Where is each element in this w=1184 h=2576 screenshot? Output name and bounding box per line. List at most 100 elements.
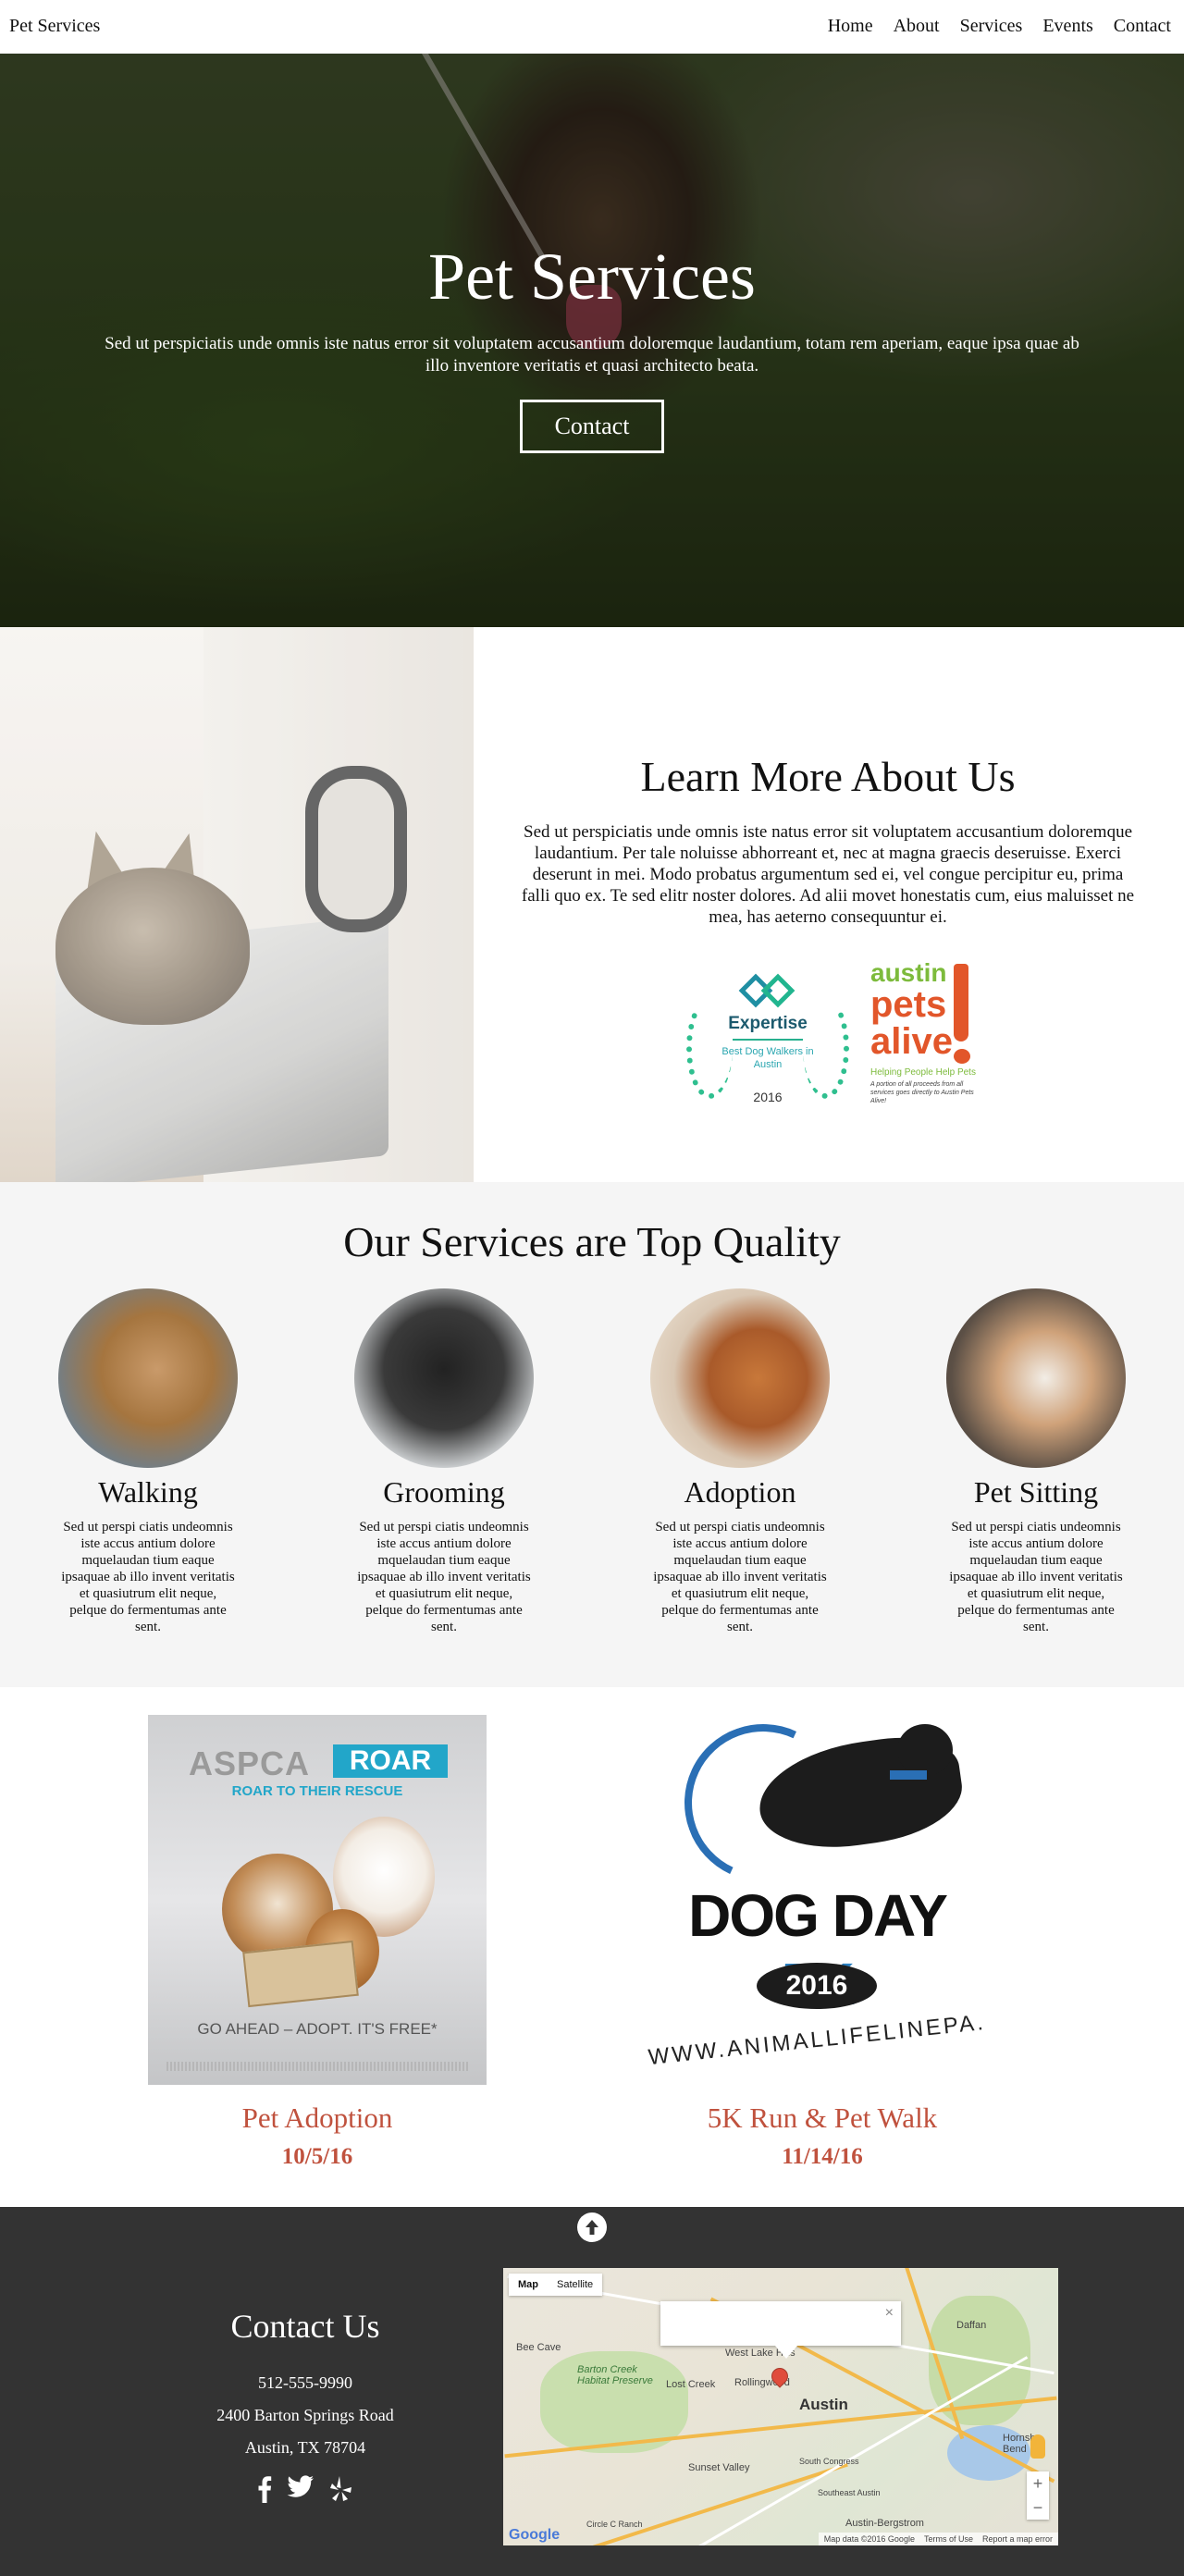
facebook-icon[interactable] [257, 2475, 272, 2508]
poster-fine-print [166, 2062, 468, 2071]
diamond-shape [760, 973, 796, 1008]
dog-day-5k-poster[interactable]: DOG DAY 5K 2016 WWW.ANIMALLIFELINEPA.ORG [648, 1715, 986, 2085]
service-text: Sed ut perspi ciatis undeomnis iste accu… [949, 1520, 1123, 1634]
services-section: Our Services are Top Quality Walking Sed… [0, 1182, 1184, 1687]
service-title: Adoption [684, 1475, 796, 1509]
map-label: Austin [799, 2396, 848, 2413]
poster-sign [242, 1940, 359, 2008]
service-title: Pet Sitting [973, 1475, 1099, 1509]
expertise-logo-icon [731, 973, 805, 1012]
contact-title: Contact Us [230, 2308, 380, 2345]
apa-tagline: Helping People Help Pets [870, 1067, 976, 1078]
event-date: 11/14/16 [782, 2144, 863, 2169]
map-label: Circle C Ranch [586, 2520, 643, 2529]
hero-title: Pet Services [428, 240, 756, 314]
zoom-out-button[interactable]: − [1027, 2496, 1049, 2520]
hero-section: Pet Services Sed ut perspiciatis unde om… [0, 54, 1184, 627]
pegman-icon[interactable] [1030, 2434, 1045, 2459]
nav-link-contact[interactable]: Contact [1114, 16, 1171, 37]
service-image-adoption [650, 1288, 830, 1468]
report-map-error-link[interactable]: Report a map error [982, 2534, 1053, 2544]
nav-link-services[interactable]: Services [960, 16, 1023, 37]
poster-5k-title-main: DOG DAY [688, 1882, 947, 1949]
apa-word-alive: alive [870, 1021, 953, 1062]
poster-5k-year: 2016 [757, 1963, 877, 2009]
service-title: Grooming [383, 1475, 505, 1509]
google-logo: Google [509, 2527, 561, 2543]
map-label: Southeast Austin [818, 2488, 881, 2497]
dog-head-icon [897, 1724, 953, 1776]
apa-note: A portion of all proceeds from all servi… [870, 1081, 974, 1104]
service-image-pet-sitting [946, 1288, 1126, 1468]
service-text: Sed ut perspi ciatis undeomnis iste accu… [357, 1520, 531, 1634]
close-icon[interactable]: × [885, 2305, 894, 2322]
map-data-text: Map data ©2016 Google [823, 2534, 915, 2544]
map-label: Sunset Valley [688, 2462, 750, 2473]
service-image-walking [58, 1288, 238, 1468]
yelp-icon[interactable] [329, 2475, 353, 2508]
map-tab-map[interactable]: Map [509, 2274, 548, 2296]
event-date: 10/5/16 [281, 2144, 353, 2169]
map-label: Daffan [956, 2320, 987, 2331]
about-image-fade [0, 627, 474, 1182]
map-label: Barton Creek Habitat Preserve [577, 2364, 653, 2386]
top-navbar: Pet Services Home About Services Events … [0, 0, 1184, 54]
roar-logo: ROAR [333, 1744, 448, 1778]
about-text: Sed ut perspiciatis unde omnis iste natu… [521, 822, 1135, 927]
terms-of-use-link[interactable]: Terms of Use [924, 2534, 973, 2544]
map-label: Bee Cave [516, 2342, 561, 2353]
map-label: Austin-Bergstrom [845, 2518, 924, 2529]
map-road [565, 2462, 848, 2545]
expertise-subtitle: Best Dog Walkers in Austin [722, 1046, 814, 1070]
poster-footer-text: GO AHEAD – ADOPT. IT'S FREE* [197, 2020, 438, 2038]
exclamation-icon [954, 964, 968, 1041]
contact-address-line2: Austin, TX 78704 [244, 2438, 366, 2457]
poster-tagline: ROAR TO THEIR RESCUE [231, 1783, 403, 1799]
hero-subtitle: Sed ut perspiciatis unde omnis iste natu… [105, 334, 1079, 376]
service-card-pet-sitting: Pet Sitting Sed ut perspi ciatis undeomn… [934, 1288, 1138, 1635]
contact-address-line1: 2400 Barton Springs Road [216, 2406, 394, 2424]
hero-contact-button[interactable]: Contact [520, 400, 664, 453]
about-title: Learn More About Us [640, 753, 1016, 800]
dog-collar-icon [890, 1770, 927, 1780]
nav-link-about[interactable]: About [894, 16, 940, 37]
contact-phone[interactable]: 512-555-9990 [157, 2373, 453, 2393]
map-tab-satellite[interactable]: Satellite [548, 2274, 602, 2296]
nav-link-events[interactable]: Events [1042, 16, 1092, 37]
service-text: Sed ut perspi ciatis undeomnis iste accu… [653, 1520, 827, 1634]
arrow-up-icon [586, 2220, 598, 2235]
twitter-icon[interactable] [287, 2475, 314, 2508]
scroll-to-top-button[interactable] [577, 2212, 607, 2242]
services-title: Our Services are Top Quality [343, 1218, 841, 1265]
event-title[interactable]: Pet Adoption [148, 2101, 487, 2135]
nav-links: Home About Services Events Contact [828, 16, 1175, 37]
event-title[interactable]: 5K Run & Pet Walk [653, 2101, 992, 2135]
apa-word-pets: pets [870, 984, 947, 1025]
social-links [250, 2475, 361, 2508]
footer-section: Contact Us 512-555-9990 2400 Barton Spri… [0, 2207, 1184, 2576]
map-info-window: × [660, 2301, 901, 2359]
info-window-tail [775, 2346, 797, 2359]
about-cat-image [0, 627, 474, 1182]
expertise-divider [733, 1039, 803, 1041]
poster-5k-url: WWW.ANIMALLIFELINEPA.ORG [648, 2003, 986, 2071]
nav-link-home[interactable]: Home [828, 16, 873, 37]
expertise-year: 2016 [753, 1090, 783, 1104]
expertise-award-badge: Expertise Best Dog Walkers in Austin 201… [684, 969, 851, 1117]
service-card-walking: Walking Sed ut perspi ciatis undeomnis i… [46, 1288, 250, 1635]
map-zoom-control: + − [1027, 2471, 1049, 2520]
pet-adoption-poster[interactable]: ASPCA ROAR ROAR TO THEIR RESCUE GO AHEAD… [148, 1715, 487, 2085]
service-text: Sed ut perspi ciatis undeomnis iste accu… [61, 1520, 235, 1634]
service-card-grooming: Grooming Sed ut perspi ciatis undeomnis … [342, 1288, 546, 1635]
map-label: Lost Creek [666, 2379, 716, 2390]
zoom-in-button[interactable]: + [1027, 2471, 1049, 2496]
brand-link[interactable]: Pet Services [9, 16, 100, 37]
austin-pets-alive-logo: austin pets alive Helping People Help Pe… [865, 960, 985, 1117]
map-type-tabs: Map Satellite [509, 2274, 603, 2296]
location-map[interactable]: Bee Cave West Lake Hills Rollingwood Aus… [503, 2268, 1058, 2545]
service-card-adoption: Adoption Sed ut perspi ciatis undeomnis … [638, 1288, 842, 1635]
events-section: ASPCA ROAR ROAR TO THEIR RESCUE GO AHEAD… [0, 1687, 1184, 2207]
hero-content: Pet Services Sed ut perspiciatis unde om… [0, 54, 1184, 627]
map-attribution: Map data ©2016 Google Terms of Use Repor… [818, 2533, 1058, 2545]
map-label: South Congress [799, 2457, 859, 2466]
